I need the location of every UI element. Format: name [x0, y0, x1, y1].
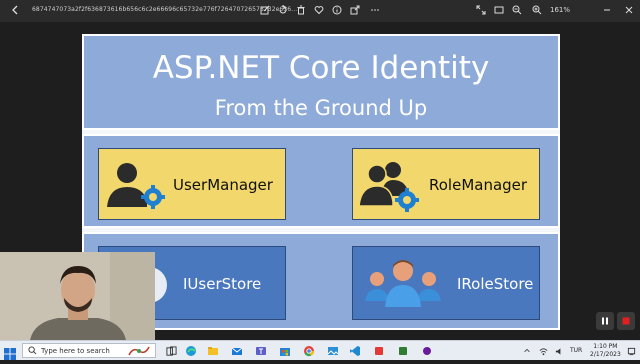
notifications-icon[interactable] — [624, 344, 638, 358]
rolemanager-label: RoleManager — [429, 176, 528, 194]
volume-icon[interactable] — [552, 344, 566, 358]
slide-title: ASP.NET Core Identity — [152, 50, 490, 86]
delete-icon[interactable] — [294, 3, 308, 17]
zoom-in-icon[interactable] — [530, 3, 544, 17]
rolemanager-box: RoleManager — [352, 148, 540, 220]
windows-start-icon[interactable] — [4, 345, 16, 360]
edit-icon[interactable] — [258, 3, 272, 17]
search-highlight-icon — [128, 346, 150, 356]
taskbar: Type here to search TUR 1:10 PM 2/17/202… — [0, 340, 640, 360]
tray-chevron-icon[interactable] — [520, 344, 534, 358]
explorer-icon[interactable] — [206, 344, 220, 358]
presenter-video — [0, 252, 155, 340]
slide-subtitle: From the Ground Up — [214, 96, 428, 120]
minimize-icon[interactable] — [600, 3, 614, 17]
usermanager-box: UserManager — [98, 148, 286, 220]
usermanager-label: UserManager — [173, 176, 273, 194]
expand-icon[interactable] — [474, 3, 488, 17]
network-icon[interactable] — [536, 344, 550, 358]
share-icon[interactable] — [348, 3, 362, 17]
fit-icon[interactable] — [492, 3, 506, 17]
stop-button[interactable] — [617, 312, 635, 330]
pause-icon — [602, 317, 608, 325]
taskbar-search-box[interactable]: Type here to search — [22, 343, 156, 358]
viewer-toolbar: 6874747073a2f2f636873616b656c6c2e66696c6… — [0, 0, 640, 22]
pause-button[interactable] — [596, 312, 614, 330]
managers-panel: UserManager RoleManager — [82, 134, 560, 228]
zoom-level: 161% — [550, 6, 571, 14]
store-icon[interactable] — [278, 344, 292, 358]
zoom-out-icon[interactable] — [510, 3, 524, 17]
vscode-icon[interactable] — [348, 344, 362, 358]
task-view-icon[interactable] — [164, 344, 178, 358]
clock-date: 2/17/2023 — [590, 351, 621, 358]
info-icon[interactable] — [330, 3, 344, 17]
app-icon[interactable] — [372, 344, 386, 358]
webcam-overlay — [0, 252, 155, 340]
rotate-icon[interactable] — [276, 3, 290, 17]
mail-icon[interactable] — [230, 344, 244, 358]
taskbar-clock[interactable]: 1:10 PM 2/17/2023 — [590, 343, 621, 359]
iuserstore-label: IUserStore — [183, 275, 262, 293]
users-gear-icon — [358, 162, 419, 212]
title-panel: ASP.NET Core Identity From the Ground Up — [82, 34, 560, 130]
clock-time: 1:10 PM — [593, 343, 618, 350]
user-gear-icon — [107, 163, 165, 209]
app-icon-2[interactable] — [396, 344, 410, 358]
photos-icon[interactable] — [326, 344, 340, 358]
edge-browser-icon[interactable] — [184, 344, 198, 358]
stop-icon — [622, 317, 630, 325]
search-icon — [28, 346, 37, 355]
people-group-icon — [365, 260, 441, 307]
heart-icon[interactable] — [312, 3, 326, 17]
language-indicator[interactable]: TUR — [570, 347, 582, 354]
back-arrow-icon[interactable] — [8, 3, 22, 17]
chrome-icon[interactable] — [302, 344, 316, 358]
irolestore-box: IRoleStore — [352, 246, 540, 320]
close-icon[interactable] — [622, 3, 636, 17]
teams-icon[interactable] — [254, 344, 268, 358]
search-placeholder: Type here to search — [41, 346, 110, 355]
irolestore-label: IRoleStore — [457, 275, 534, 293]
more-options-icon[interactable] — [368, 3, 382, 17]
app-icon-3[interactable] — [420, 344, 434, 358]
